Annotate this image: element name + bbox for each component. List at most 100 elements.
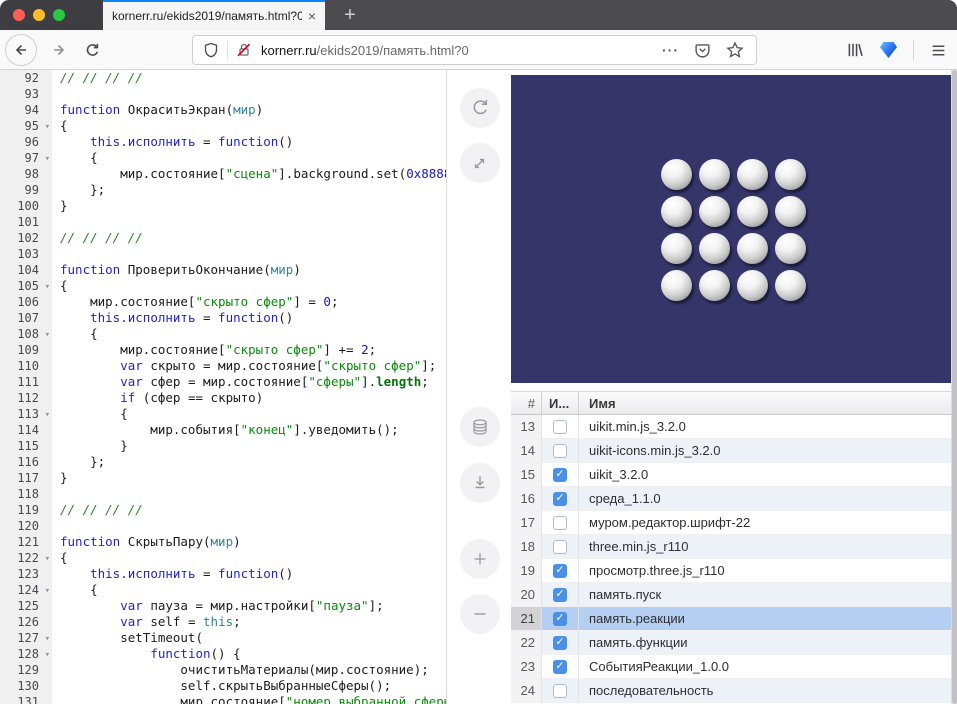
macos-close-button[interactable] (13, 9, 25, 21)
row-checkbox[interactable] (553, 444, 567, 458)
code-line[interactable]: 92// // // // (0, 70, 446, 86)
code-line[interactable]: 99 }; (0, 182, 446, 198)
url-bar[interactable]: kornerr.ru/ekids2019/память.html?0 ··· (192, 35, 757, 65)
column-header-number[interactable]: # (511, 392, 542, 414)
page-actions-icon[interactable]: ··· (662, 42, 679, 58)
table-row[interactable]: 17муром.редактор.шрифт-22 (511, 511, 957, 535)
table-row[interactable]: 20✓память.пуск (511, 583, 957, 607)
code-fold-icon[interactable]: ▾ (45, 119, 50, 135)
forward-button[interactable] (43, 34, 75, 66)
row-checkbox[interactable]: ✓ (553, 468, 567, 482)
back-button[interactable] (5, 34, 37, 66)
sphere[interactable] (775, 270, 806, 301)
sphere[interactable] (737, 159, 768, 190)
menu-hamburger-icon[interactable] (930, 42, 947, 59)
sphere[interactable] (775, 233, 806, 264)
code-line[interactable]: 101 (0, 214, 446, 230)
sphere[interactable] (737, 233, 768, 264)
library-icon[interactable] (846, 41, 864, 59)
code-line[interactable]: 93 (0, 86, 446, 102)
sphere[interactable] (737, 196, 768, 227)
page-scrollbar[interactable] (951, 70, 957, 704)
sphere[interactable] (699, 196, 730, 227)
code-fold-icon[interactable]: ▾ (45, 647, 50, 663)
code-line[interactable]: 118 (0, 486, 446, 502)
code-line[interactable]: 102// // // // (0, 230, 446, 246)
sphere[interactable] (699, 159, 730, 190)
row-checkbox[interactable] (553, 684, 567, 698)
code-line[interactable]: 103 (0, 246, 446, 262)
macos-minimize-button[interactable] (33, 9, 45, 21)
table-row[interactable]: 21✓память.реакции (511, 607, 957, 631)
code-line[interactable]: 115 } (0, 438, 446, 454)
code-line[interactable]: 128▾ function() { (0, 646, 446, 662)
code-line[interactable]: 96 this.исполнить = function() (0, 134, 446, 150)
row-checkbox[interactable]: ✓ (553, 588, 567, 602)
code-fold-icon[interactable]: ▾ (45, 327, 50, 343)
table-row[interactable]: 24последовательность (511, 679, 957, 703)
column-header-used[interactable]: И... (542, 392, 579, 414)
code-line[interactable]: 129 очиститьМатериалы(мир.состояние); (0, 662, 446, 678)
table-row[interactable]: 14uikit-icons.min.js_3.2.0 (511, 439, 957, 463)
code-line[interactable]: 113▾ { (0, 406, 446, 422)
code-line[interactable]: 94function ОкраситьЭкран(мир) (0, 102, 446, 118)
code-line[interactable]: 108▾ { (0, 326, 446, 342)
table-row[interactable]: 22✓память.функции (511, 631, 957, 655)
sphere[interactable] (699, 270, 730, 301)
table-row[interactable]: 23✓СобытияРеакции_1.0.0 (511, 655, 957, 679)
scrollbar-thumb[interactable] (952, 70, 957, 704)
code-line[interactable]: 124▾ { (0, 582, 446, 598)
3d-viewport[interactable] (511, 75, 957, 383)
code-fold-icon[interactable]: ▾ (45, 551, 50, 567)
code-line[interactable]: 100} (0, 198, 446, 214)
code-line[interactable]: 105▾{ (0, 278, 446, 294)
table-row[interactable]: 16✓среда_1.1.0 (511, 487, 957, 511)
code-line[interactable]: 106 мир.состояние["скрыто сфер"] = 0; (0, 294, 446, 310)
sphere[interactable] (775, 159, 806, 190)
code-line[interactable]: 98 мир.состояние["сцена"].background.set… (0, 166, 446, 182)
sphere[interactable] (699, 233, 730, 264)
row-checkbox[interactable]: ✓ (553, 660, 567, 674)
download-button[interactable] (460, 463, 500, 503)
code-line[interactable]: 114 мир.события["конец"].уведомить(); (0, 422, 446, 438)
code-line[interactable]: 119// // // // (0, 502, 446, 518)
code-line[interactable]: 120 (0, 518, 446, 534)
table-row[interactable]: 19✓просмотр.three.js_r110 (511, 559, 957, 583)
code-fold-icon[interactable]: ▾ (45, 279, 50, 295)
code-line[interactable]: 131 мир.состояние["номер выбранной сферы… (0, 694, 446, 704)
code-line[interactable]: 110 var скрыто = мир.состояние["скрыто с… (0, 358, 446, 374)
insecure-connection-lock-icon[interactable] (236, 42, 252, 58)
code-line[interactable]: 117} (0, 470, 446, 486)
table-row[interactable]: 13uikit.min.js_3.2.0 (511, 415, 957, 439)
code-fold-icon[interactable]: ▾ (45, 151, 50, 167)
extension-gem-icon[interactable] (880, 42, 897, 58)
database-button[interactable] (460, 407, 500, 447)
tab-close-icon[interactable]: × (308, 9, 316, 23)
code-line[interactable]: 125 var пауза = мир.настройки["пауза"]; (0, 598, 446, 614)
code-fold-icon[interactable]: ▾ (45, 583, 50, 599)
row-checkbox[interactable]: ✓ (553, 564, 567, 578)
sphere[interactable] (661, 196, 692, 227)
table-row[interactable]: 15✓uikit_3.2.0 (511, 463, 957, 487)
sphere[interactable] (661, 233, 692, 264)
table-row[interactable]: 18three.min.js_r110 (511, 535, 957, 559)
row-checkbox[interactable] (553, 420, 567, 434)
code-line[interactable]: 112 if (сфер == скрыто) (0, 390, 446, 406)
code-fold-icon[interactable]: ▾ (45, 407, 50, 423)
tracking-protection-shield-icon[interactable] (203, 42, 219, 58)
row-checkbox[interactable]: ✓ (553, 636, 567, 650)
code-line[interactable]: 130 self.скрытьВыбранныеСферы(); (0, 678, 446, 694)
code-line[interactable]: 126 var self = this; (0, 614, 446, 630)
bookmark-star-icon[interactable] (726, 41, 744, 59)
row-checkbox[interactable] (553, 516, 567, 530)
code-line[interactable]: 95▾{ (0, 118, 446, 134)
sphere[interactable] (737, 270, 768, 301)
zoom-in-button[interactable] (460, 539, 500, 579)
sphere[interactable] (775, 196, 806, 227)
reload-button[interactable] (76, 34, 108, 66)
macos-zoom-button[interactable] (53, 9, 65, 21)
row-checkbox[interactable] (553, 540, 567, 554)
column-header-name[interactable]: Имя (579, 392, 957, 414)
new-tab-button[interactable]: + (334, 0, 366, 30)
code-line[interactable]: 127▾ setTimeout( (0, 630, 446, 646)
